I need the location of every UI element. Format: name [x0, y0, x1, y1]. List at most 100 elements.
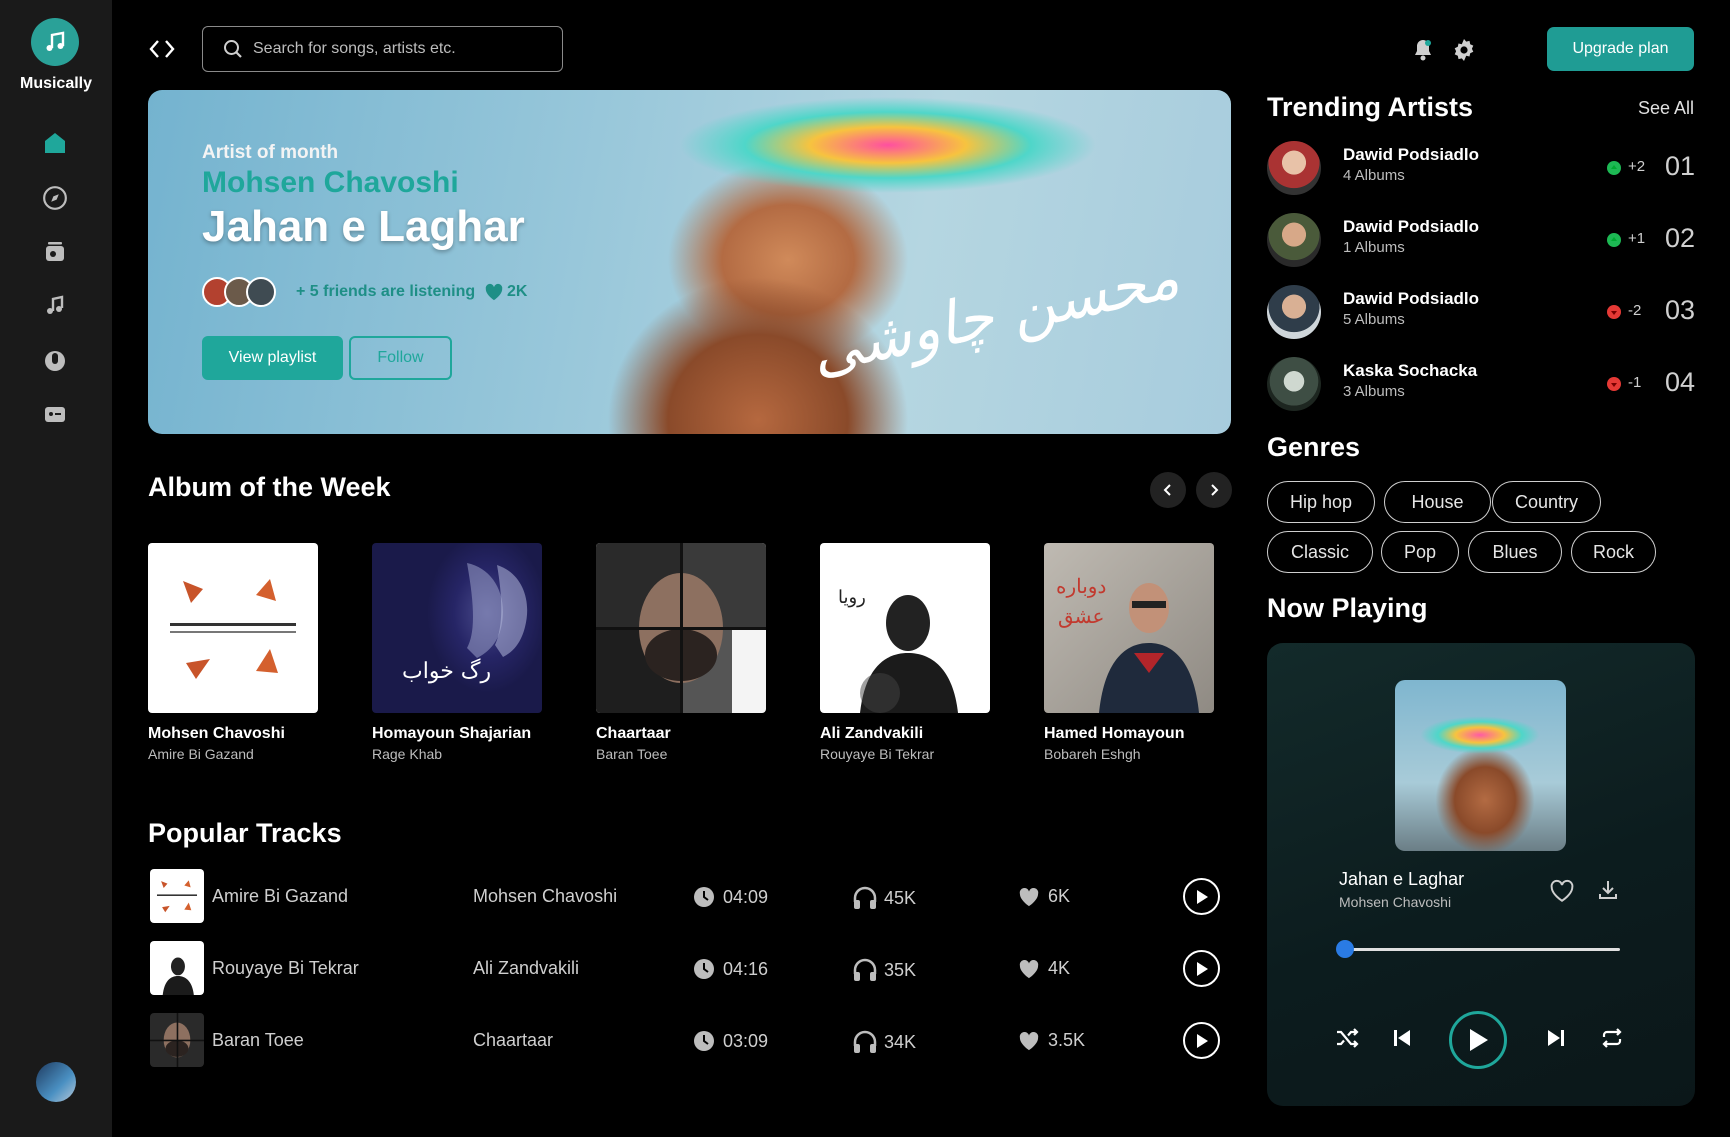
- track-name[interactable]: Baran Toee: [212, 1030, 304, 1051]
- artist-name[interactable]: Dawid Podsiadlo: [1343, 145, 1479, 165]
- artist-name[interactable]: Dawid Podsiadlo: [1343, 217, 1479, 237]
- album-name: Baran Toee: [596, 746, 668, 762]
- sidebar: Musically: [0, 0, 112, 1137]
- see-all-link[interactable]: See All: [1638, 98, 1694, 119]
- track-artist[interactable]: Chaartaar: [473, 1030, 553, 1051]
- logo-icon[interactable]: [31, 18, 79, 66]
- artist-albums: 1 Albums: [1343, 239, 1405, 256]
- progress-handle[interactable]: [1336, 940, 1354, 958]
- track-thumbnail: [150, 1013, 204, 1067]
- album-card[interactable]: رویا Ali Zandvakili Rouyaye Bi Tekrar: [820, 543, 990, 762]
- shuffle-icon[interactable]: [1335, 1027, 1359, 1049]
- heart-icon: [1018, 1031, 1040, 1051]
- settings-icon[interactable]: [1452, 38, 1476, 62]
- trend-down-icon: [1607, 305, 1621, 319]
- follow-button[interactable]: Follow: [349, 336, 452, 380]
- genre-chip[interactable]: Country: [1492, 481, 1601, 523]
- album-prev-button[interactable]: [1150, 472, 1186, 508]
- hero-artist[interactable]: Mohsen Chavoshi: [202, 166, 459, 200]
- album-cover[interactable]: دوباره عشق: [1044, 543, 1214, 713]
- repeat-icon[interactable]: [1600, 1027, 1624, 1049]
- track-row[interactable]: Amire Bi Gazand Mohsen Chavoshi 04:09 45…: [150, 868, 1222, 924]
- album-card[interactable]: دوباره عشق Hamed Homayoun Bobareh Eshgh: [1044, 543, 1214, 762]
- track-play-button[interactable]: [1183, 878, 1220, 915]
- notification-icon[interactable]: [1412, 38, 1434, 62]
- genre-chip[interactable]: Classic: [1267, 531, 1373, 573]
- track-duration: 04:09: [693, 886, 768, 908]
- podcast-icon[interactable]: [40, 399, 70, 429]
- album-card[interactable]: Chaartaar Baran Toee: [596, 543, 766, 762]
- friends-listening: + 5 friends are listening: [296, 283, 476, 300]
- album-cover[interactable]: [148, 543, 318, 713]
- back-arrow-icon[interactable]: [148, 38, 164, 60]
- forward-arrow-icon[interactable]: [164, 38, 180, 60]
- previous-icon[interactable]: [1393, 1028, 1411, 1048]
- album-cover[interactable]: رویا: [820, 543, 990, 713]
- upgrade-plan-button[interactable]: Upgrade plan: [1547, 27, 1694, 71]
- album-artist[interactable]: Homayoun Shajarian: [372, 725, 542, 743]
- user-avatar[interactable]: [36, 1062, 76, 1102]
- artist-rank-change: -1: [1628, 374, 1642, 391]
- track-row[interactable]: Baran Toee Chaartaar 03:09 34K 3.5K: [150, 1012, 1222, 1068]
- track-play-button[interactable]: [1183, 1022, 1220, 1059]
- genre-chip[interactable]: Hip hop: [1267, 481, 1375, 523]
- progress-bar[interactable]: [1336, 940, 1620, 958]
- search-input[interactable]: [253, 40, 543, 58]
- heart-icon: [484, 283, 504, 301]
- genre-chip[interactable]: House: [1384, 481, 1491, 523]
- trending-artist-row[interactable]: Dawid Podsiadlo 1 Albums +1 02: [1267, 213, 1727, 269]
- track-likes[interactable]: 3.5K: [1018, 1030, 1085, 1051]
- artist-avatar[interactable]: [1267, 285, 1321, 339]
- artist-rank: 02: [1665, 223, 1696, 253]
- radio-icon[interactable]: [40, 237, 70, 267]
- trending-artist-row[interactable]: Dawid Podsiadlo 5 Albums -2 03: [1267, 285, 1727, 341]
- play-button[interactable]: [1449, 1011, 1507, 1069]
- artist-avatar[interactable]: [1267, 141, 1321, 195]
- trending-artist-row[interactable]: Kaska Sochacka 3 Albums -1 04: [1267, 357, 1727, 413]
- track-row[interactable]: Rouyaye Bi Tekrar Ali Zandvakili 04:16 3…: [150, 940, 1222, 996]
- track-likes[interactable]: 6K: [1018, 886, 1070, 907]
- track-name[interactable]: Amire Bi Gazand: [212, 886, 348, 907]
- album-artist[interactable]: Mohsen Chavoshi: [148, 725, 318, 743]
- next-icon[interactable]: [1547, 1028, 1565, 1048]
- trending-artist-row[interactable]: Dawid Podsiadlo 4 Albums +2 01: [1267, 141, 1727, 197]
- album-card[interactable]: Mohsen Chavoshi Amire Bi Gazand: [148, 543, 318, 762]
- heart-outline-icon[interactable]: [1549, 879, 1575, 903]
- music-note-icon[interactable]: [40, 291, 70, 321]
- artist-name[interactable]: Kaska Sochacka: [1343, 361, 1477, 381]
- microphone-icon[interactable]: [40, 345, 70, 375]
- album-name: Rage Khab: [372, 746, 443, 762]
- genre-chip[interactable]: Blues: [1468, 531, 1562, 573]
- genre-chip[interactable]: Pop: [1381, 531, 1459, 573]
- view-playlist-button[interactable]: View playlist: [202, 336, 343, 380]
- now-playing-artist[interactable]: Mohsen Chavoshi: [1339, 894, 1451, 910]
- artist-albums: 3 Albums: [1343, 383, 1405, 400]
- artist-avatar[interactable]: [1267, 357, 1321, 411]
- track-artist[interactable]: Mohsen Chavoshi: [473, 886, 617, 907]
- album-artist[interactable]: Ali Zandvakili: [820, 725, 990, 743]
- home-icon[interactable]: [40, 128, 70, 158]
- track-duration-value: 04:16: [723, 958, 769, 979]
- album-artist[interactable]: Hamed Homayoun: [1044, 725, 1214, 743]
- track-plays-value: 45K: [884, 887, 917, 908]
- track-name[interactable]: Rouyaye Bi Tekrar: [212, 958, 359, 979]
- search-bar[interactable]: [202, 26, 563, 72]
- track-play-button[interactable]: [1183, 950, 1220, 987]
- now-playing-track[interactable]: Jahan e Laghar: [1339, 869, 1464, 890]
- artist-name[interactable]: Dawid Podsiadlo: [1343, 289, 1479, 309]
- artist-rank-change: +1: [1628, 230, 1646, 247]
- album-card[interactable]: رگ خواب Homayoun Shajarian Rage Khab: [372, 543, 542, 762]
- artist-avatar[interactable]: [1267, 213, 1321, 267]
- album-next-button[interactable]: [1196, 472, 1232, 508]
- genre-chip[interactable]: Rock: [1571, 531, 1656, 573]
- artist-albums: 4 Albums: [1343, 167, 1405, 184]
- download-icon[interactable]: [1597, 879, 1619, 901]
- album-cover[interactable]: رگ خواب: [372, 543, 542, 713]
- album-cover[interactable]: [596, 543, 766, 713]
- track-artist[interactable]: Ali Zandvakili: [473, 958, 579, 979]
- explore-icon[interactable]: [40, 183, 70, 213]
- track-likes[interactable]: 4K: [1018, 958, 1070, 979]
- album-artist[interactable]: Chaartaar: [596, 725, 766, 743]
- track-likes-value: 4K: [1048, 958, 1071, 978]
- hero-likes[interactable]: 2K: [484, 283, 527, 301]
